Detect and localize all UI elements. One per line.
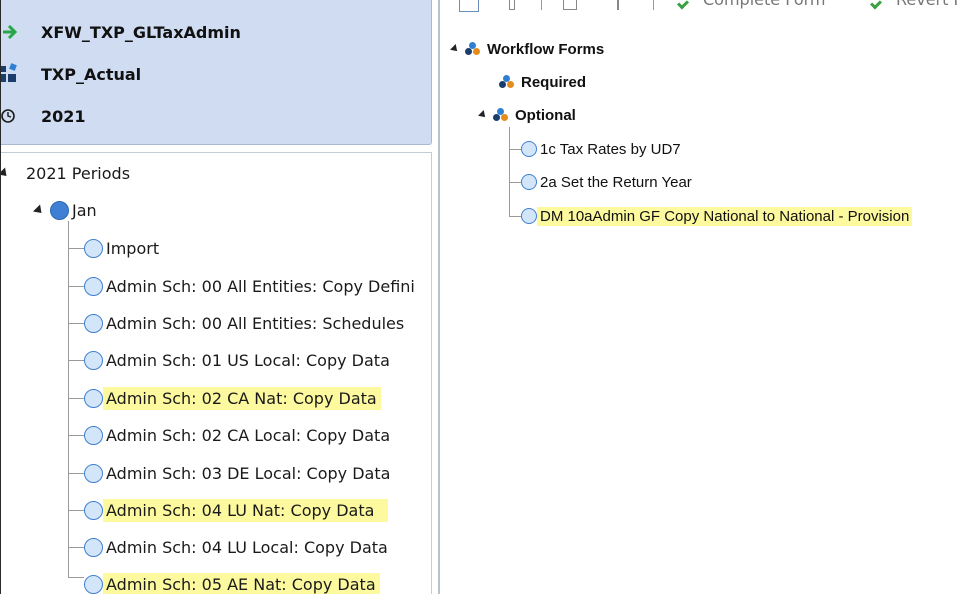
optional-label: Optional bbox=[515, 106, 576, 124]
expanded-triangle-icon bbox=[478, 110, 488, 120]
tree-connector bbox=[68, 323, 84, 324]
form-item-label: 1c Tax Rates by UD7 bbox=[540, 140, 681, 158]
workflow-header-panel: XFW_TXP_GLTaxAdmin TXP_Actual 2021 bbox=[1, 0, 432, 145]
grid-icon[interactable] bbox=[563, 0, 577, 10]
circle-status-icon bbox=[84, 500, 103, 520]
form-item-2a-return-year[interactable]: 2a Set the Return Year bbox=[521, 171, 695, 193]
tree-connector bbox=[68, 547, 84, 548]
tree-item-label: Admin Sch: 02 CA Local: Copy Data bbox=[106, 425, 391, 445]
panel-splitter[interactable] bbox=[438, 0, 440, 594]
scenario-row[interactable]: TXP_Actual bbox=[1, 62, 141, 86]
circle-status-icon bbox=[84, 574, 103, 594]
tree-connector bbox=[509, 127, 510, 217]
forms-toolbar: Complete Form Revert F bbox=[441, 0, 962, 18]
workflow-forms-panel: Complete Form Revert F Workflow Forms Re… bbox=[441, 0, 962, 594]
clock-icon bbox=[1, 104, 41, 128]
tree-item-label: Admin Sch: 03 DE Local: Copy Data bbox=[106, 463, 391, 483]
tree-connector bbox=[68, 221, 69, 577]
circle-status-icon bbox=[84, 276, 103, 296]
circle-status-icon bbox=[521, 174, 537, 190]
circle-status-icon bbox=[84, 350, 103, 370]
scenario-blocks-icon bbox=[1, 62, 41, 86]
tree-item-label: Import bbox=[106, 238, 160, 258]
attachment-icon[interactable] bbox=[509, 0, 515, 10]
tree-root-2021-periods[interactable]: 2021 Periods bbox=[1, 159, 134, 187]
circle-status-icon bbox=[84, 463, 103, 483]
tree-connector bbox=[68, 286, 84, 287]
form-item-1c-tax-rates[interactable]: 1c Tax Rates by UD7 bbox=[521, 138, 684, 160]
tree-item-admin-sch-04-lu-nat[interactable]: Admin Sch: 04 LU Nat: Copy Data bbox=[84, 496, 389, 524]
circle-status-icon bbox=[84, 425, 103, 445]
circle-status-icon bbox=[84, 238, 103, 258]
tree-item-import[interactable]: Import bbox=[84, 234, 163, 262]
tree-node-required[interactable]: Required bbox=[499, 71, 589, 93]
tree-connector bbox=[68, 435, 84, 436]
jan-label: Jan bbox=[72, 200, 97, 220]
workflow-forms-label: Workflow Forms bbox=[487, 40, 605, 58]
tree-item-admin-sch-03-de-local[interactable]: Admin Sch: 03 DE Local: Copy Data bbox=[84, 459, 394, 487]
form-item-label: DM 10aAdmin GF Copy National to National… bbox=[537, 206, 913, 226]
scenario-name: TXP_Actual bbox=[41, 64, 142, 84]
circle-status-icon bbox=[50, 200, 69, 220]
circle-status-icon bbox=[84, 313, 103, 333]
tree-item-admin-sch-04-lu-local[interactable]: Admin Sch: 04 LU Local: Copy Data bbox=[84, 533, 392, 561]
expanded-triangle-icon bbox=[1, 166, 11, 180]
circle-status-icon bbox=[84, 388, 103, 408]
tree-connector bbox=[68, 248, 84, 249]
check-icon bbox=[676, 0, 690, 10]
tree-item-label: Admin Sch: 04 LU Local: Copy Data bbox=[106, 537, 388, 557]
workflow-group-icon bbox=[493, 108, 509, 122]
circle-status-icon bbox=[84, 537, 103, 557]
tree-item-admin-sch-05-ae-nat[interactable]: Admin Sch: 05 AE Nat: Copy Data bbox=[84, 570, 380, 594]
tree-item-label: Admin Sch: 05 AE Nat: Copy Data bbox=[103, 572, 380, 594]
tree-item-admin-sch-02-ca-local[interactable]: Admin Sch: 02 CA Local: Copy Data bbox=[84, 421, 394, 449]
required-label: Required bbox=[521, 73, 587, 91]
toolbar-separator bbox=[653, 0, 654, 10]
tree-item-label: Admin Sch: 01 US Local: Copy Data bbox=[106, 350, 390, 370]
tree-connector bbox=[509, 149, 521, 150]
green-arrow-icon bbox=[1, 20, 41, 44]
workflow-period-tree: 2021 Periods Jan Import Admin Sch: 00 Al… bbox=[1, 152, 432, 594]
circle-status-icon bbox=[521, 208, 537, 224]
tree-node-optional[interactable]: Optional bbox=[478, 104, 579, 126]
tree-connector bbox=[68, 398, 84, 399]
tree-item-label: Admin Sch: 02 CA Nat: Copy Data bbox=[103, 386, 381, 410]
excel-export-icon[interactable] bbox=[459, 0, 479, 12]
workflow-name: XFW_TXP_GLTaxAdmin bbox=[41, 22, 241, 42]
time-period: 2021 bbox=[41, 106, 86, 126]
form-item-label: 2a Set the Return Year bbox=[540, 173, 692, 191]
tree-item-admin-sch-02-ca-nat[interactable]: Admin Sch: 02 CA Nat: Copy Data bbox=[84, 384, 381, 412]
workflow-name-row[interactable]: XFW_TXP_GLTaxAdmin bbox=[1, 20, 241, 44]
tree-connector bbox=[68, 510, 84, 511]
expanded-triangle-icon bbox=[32, 203, 46, 217]
toolbar-separator bbox=[541, 0, 542, 10]
tree-node-jan[interactable]: Jan bbox=[32, 196, 101, 224]
tree-root-workflow-forms[interactable]: Workflow Forms bbox=[450, 38, 607, 60]
tree-connector bbox=[509, 182, 521, 183]
pin-icon[interactable] bbox=[617, 0, 619, 10]
revert-form-button[interactable]: Revert F bbox=[896, 0, 962, 9]
tree-item-label: Admin Sch: 04 LU Nat: Copy Data bbox=[103, 498, 389, 522]
tree-item-label: Admin Sch: 00 All Entities: Schedules bbox=[106, 313, 405, 333]
time-row[interactable]: 2021 bbox=[1, 104, 86, 128]
workflow-group-icon bbox=[465, 42, 481, 56]
complete-form-button[interactable]: Complete Form bbox=[703, 0, 826, 9]
expanded-triangle-icon bbox=[450, 44, 460, 54]
tree-connector bbox=[509, 216, 521, 217]
circle-status-icon bbox=[521, 141, 537, 157]
tree-item-admin-sch-01-us-local[interactable]: Admin Sch: 01 US Local: Copy Data bbox=[84, 346, 394, 374]
tree-connector bbox=[68, 473, 84, 474]
tree-item-label: Admin Sch: 00 All Entities: Copy Defini bbox=[106, 276, 415, 296]
tree-item-admin-sch-00-copy-defini[interactable]: Admin Sch: 00 All Entities: Copy Defini bbox=[84, 272, 419, 300]
check-icon bbox=[869, 0, 883, 10]
tree-connector bbox=[68, 360, 84, 361]
form-item-dm-10a-admin-gf-copy[interactable]: DM 10aAdmin GF Copy National to National… bbox=[521, 205, 913, 227]
tree-item-admin-sch-00-schedules[interactable]: Admin Sch: 00 All Entities: Schedules bbox=[84, 309, 408, 337]
tree-connector bbox=[68, 577, 84, 578]
workflow-group-icon bbox=[499, 75, 515, 89]
tree-root-label: 2021 Periods bbox=[26, 163, 131, 183]
